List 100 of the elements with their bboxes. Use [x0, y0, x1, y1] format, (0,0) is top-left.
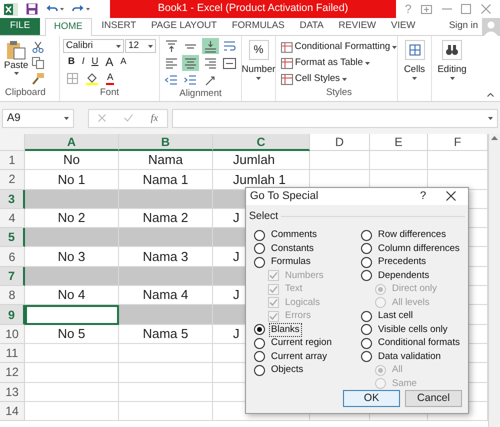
number-format-button[interactable]: Number — [242, 63, 276, 77]
row-header[interactable]: 11 — [0, 344, 25, 364]
radio-button[interactable] — [361, 310, 372, 322]
column-header[interactable]: B — [119, 134, 213, 151]
row-header[interactable]: 9 — [0, 305, 25, 325]
option-label: Logicals — [284, 296, 321, 310]
name-box[interactable]: A9 — [2, 108, 74, 128]
bottom-align-button[interactable] — [202, 38, 218, 54]
minimize-icon[interactable] — [442, 8, 452, 10]
radio-button[interactable] — [361, 270, 372, 281]
percent-icon[interactable]: % — [248, 40, 268, 60]
save-icon[interactable] — [26, 3, 38, 15]
font-color-button[interactable]: A — [106, 72, 114, 84]
option-label: Last cell — [377, 309, 414, 323]
styles-menu-button[interactable]: Conditional Formatting — [294, 40, 390, 54]
shrink-font-button[interactable]: A — [120, 55, 126, 69]
column-header[interactable]: D — [310, 134, 370, 151]
undo-icon[interactable] — [46, 4, 64, 14]
table-cell[interactable]: Jumlah — [213, 151, 310, 170]
row-header[interactable]: 2 — [0, 170, 25, 190]
font-size-field[interactable]: 12 — [125, 39, 156, 53]
row-header[interactable]: 7 — [0, 266, 25, 286]
styles-menu-button[interactable]: Format as Table — [295, 56, 363, 70]
column-header[interactable]: A — [25, 134, 119, 151]
table-cell[interactable]: Nama 5 — [119, 324, 213, 344]
styles-menu-button[interactable]: Cell Styles — [295, 72, 340, 86]
sign-in-link[interactable]: Sign in — [448, 18, 478, 35]
font-name-field[interactable]: Calibri — [63, 39, 124, 53]
row-header[interactable]: 3 — [0, 190, 25, 209]
table-cell[interactable]: Nama — [119, 151, 213, 170]
formula-field[interactable] — [172, 108, 498, 128]
help-button[interactable]: ? — [408, 188, 438, 204]
copy-icon[interactable] — [32, 57, 44, 69]
borders-icon[interactable] — [67, 73, 78, 84]
italic-button[interactable]: I — [82, 54, 85, 70]
option-label: Text — [284, 282, 304, 296]
radio-button[interactable] — [361, 243, 372, 254]
paste-icon[interactable] — [6, 40, 26, 60]
column-header[interactable]: E — [370, 134, 428, 151]
ribbon-tab[interactable]: VIEW — [386, 18, 420, 35]
ribbon-tab[interactable]: DATA — [294, 18, 329, 35]
merge-align-button[interactable] — [220, 55, 238, 71]
radio-button[interactable] — [361, 351, 372, 362]
row-header[interactable]: 4 — [0, 208, 25, 228]
grow-font-button[interactable]: A — [105, 53, 114, 71]
dialog-button[interactable]: Cancel — [405, 390, 462, 408]
cells-button[interactable]: Cells — [404, 63, 426, 77]
vertical-scrollbar[interactable] — [488, 134, 500, 427]
ribbon-tab[interactable]: REVIEW — [334, 18, 382, 35]
ribbon-tab[interactable]: PAGE LAYOUT — [146, 18, 222, 35]
ribbon-tab[interactable]: FORMULAS — [226, 18, 290, 35]
bold-button[interactable]: B — [68, 54, 75, 70]
radio-button[interactable] — [254, 230, 265, 240]
fill-color-icon[interactable] — [86, 72, 98, 84]
radio-button[interactable] — [254, 351, 265, 362]
underline-button[interactable]: U — [92, 54, 98, 70]
radio-button[interactable] — [361, 324, 372, 335]
dialog-button[interactable]: OK — [343, 390, 400, 408]
row-header[interactable]: 14 — [0, 402, 25, 422]
center-align-button[interactable] — [182, 55, 200, 71]
row-header[interactable]: 6 — [0, 247, 25, 267]
radio-button[interactable] — [254, 338, 265, 348]
row-header[interactable]: 10 — [0, 324, 25, 344]
close-icon[interactable] — [446, 191, 456, 202]
scissors-icon[interactable] — [32, 41, 44, 53]
collapse-ribbon-icon[interactable] — [487, 93, 494, 97]
radio-button[interactable] — [361, 230, 372, 240]
row-header[interactable]: 1 — [0, 151, 25, 170]
paste-button-label[interactable]: Paste — [4, 60, 28, 72]
radio-button[interactable] — [254, 243, 265, 254]
option-label: Dependents — [377, 268, 430, 282]
table-cell[interactable]: No — [25, 151, 119, 170]
row-header[interactable]: 13 — [0, 382, 25, 402]
ribbon-tab[interactable]: FILE — [0, 18, 40, 35]
checkmark-icon[interactable] — [124, 114, 133, 122]
radio-button[interactable] — [254, 364, 265, 376]
row-header[interactable]: 12 — [0, 363, 25, 383]
editing-button[interactable]: Editing — [437, 63, 467, 77]
format-painter-icon[interactable] — [32, 73, 44, 85]
scroll-up-icon[interactable] — [491, 136, 498, 140]
redo-icon[interactable] — [72, 4, 90, 14]
radio-button[interactable] — [254, 256, 265, 268]
cells-icon[interactable] — [404, 40, 424, 60]
column-header[interactable]: C — [213, 134, 310, 151]
ribbon-tab[interactable]: HOME — [45, 18, 92, 36]
option-label: Conditional formats — [377, 336, 461, 350]
top-align-button[interactable] — [163, 38, 180, 54]
maximize-icon[interactable] — [461, 4, 472, 14]
ribbon-tab[interactable]: INSERT — [96, 18, 142, 35]
radio-button[interactable] — [361, 256, 372, 268]
ribbon-display-icon[interactable] — [421, 4, 432, 14]
row-header[interactable]: 8 — [0, 286, 25, 306]
radio-button[interactable] — [254, 324, 265, 335]
table-cell[interactable]: No 5 — [25, 324, 119, 344]
table-cell[interactable] — [25, 305, 119, 325]
insert-function-button[interactable]: fx — [150, 110, 158, 126]
radio-button[interactable] — [361, 338, 372, 348]
column-header[interactable]: F — [428, 134, 488, 151]
row-header[interactable]: 5 — [0, 228, 25, 248]
binoculars-icon[interactable] — [442, 40, 462, 60]
